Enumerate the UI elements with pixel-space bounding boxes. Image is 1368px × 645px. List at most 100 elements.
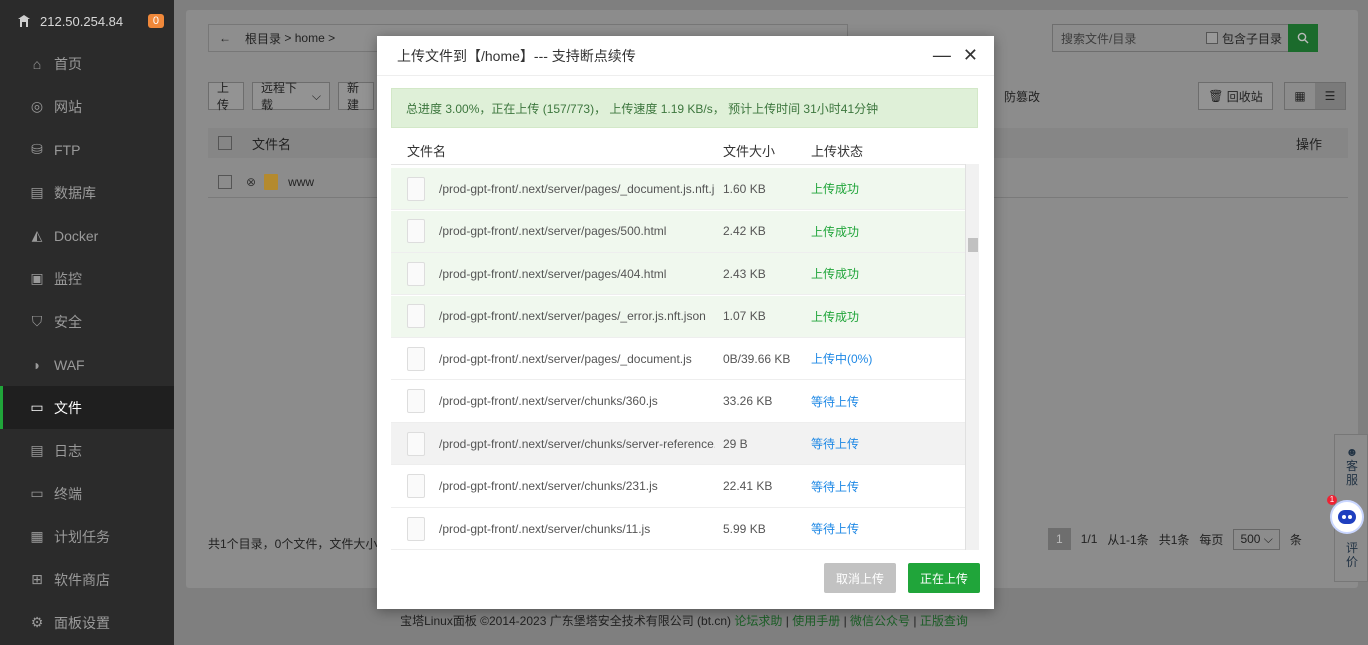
forum-link[interactable]: 论坛求助 bbox=[734, 614, 782, 628]
file-icon bbox=[407, 389, 425, 413]
sidebar-item-label: FTP bbox=[54, 141, 81, 158]
file-icon bbox=[407, 346, 425, 371]
scrollbar[interactable] bbox=[965, 164, 979, 550]
scrollbar-thumb[interactable] bbox=[968, 238, 978, 252]
file-icon bbox=[407, 474, 425, 498]
folder-icon bbox=[264, 173, 279, 190]
sidebar-item-label: 安全 bbox=[54, 313, 82, 330]
row-checkbox[interactable] bbox=[218, 174, 232, 189]
upload-row[interactable]: /prod-gpt-front/.next/server/pages/_erro… bbox=[391, 295, 965, 338]
close-icon[interactable]: ✕ bbox=[963, 45, 978, 66]
upload-file-list[interactable]: /prod-gpt-front/.next/server/pages/_docu… bbox=[391, 164, 979, 550]
upload-dialog: 上传文件到【/home】--- 支持断点续传 — ✕ 总进度 3.00%，正在上… bbox=[377, 36, 994, 609]
per-page-select[interactable]: 500 ⌵ bbox=[1233, 528, 1280, 550]
upload-filesize: 1.07 KB bbox=[723, 309, 766, 323]
manual-link[interactable]: 使用手册 bbox=[792, 614, 840, 628]
row-filename[interactable]: www bbox=[288, 175, 314, 189]
sidebar-item-label: Docker bbox=[54, 227, 99, 244]
sidebar-item-label: WAF bbox=[54, 356, 85, 373]
upload-filesize: 5.99 KB bbox=[723, 521, 766, 536]
cancel-upload-button[interactable]: 取消上传 bbox=[823, 563, 896, 593]
review-button[interactable]: 评价 bbox=[1344, 541, 1360, 569]
customer-service-button[interactable]: ☻ 客服 bbox=[1344, 445, 1360, 487]
sidebar-item-3[interactable]: ▤ 数据库 bbox=[0, 171, 174, 214]
file-icon bbox=[407, 219, 425, 243]
upload-row[interactable]: /prod-gpt-front/.next/server/pages/500.h… bbox=[391, 210, 965, 253]
sidebar-item-label: 计划任务 bbox=[54, 528, 110, 545]
back-arrow-icon[interactable]: ← bbox=[219, 31, 231, 45]
sidebar-item-10[interactable]: ▭ 终端 bbox=[0, 472, 174, 515]
sidebar-item-label: 数据库 bbox=[54, 184, 96, 201]
file-search[interactable]: 搜索文件/目录 包含子目录 bbox=[1052, 24, 1318, 52]
database-icon: ▤ bbox=[30, 184, 44, 200]
upload-filesize: 2.42 KB bbox=[723, 224, 766, 238]
new-button[interactable]: 新建 bbox=[338, 81, 374, 112]
breadcrumb-sep: > bbox=[284, 31, 292, 45]
sidebar-item-0[interactable]: ⌂ 首页 bbox=[0, 42, 174, 85]
col-filename[interactable]: 文件名 bbox=[252, 134, 291, 153]
uploading-button[interactable]: 正在上传 bbox=[907, 563, 980, 593]
assistant-bot-icon[interactable] bbox=[1330, 500, 1364, 534]
breadcrumb-home[interactable]: home bbox=[295, 31, 325, 45]
license-link[interactable]: 正版查询 bbox=[920, 614, 968, 628]
list-view-icon[interactable]: ☰ bbox=[1315, 83, 1345, 109]
file-icon bbox=[407, 516, 425, 541]
sidebar-item-1[interactable]: ◎ 网站 bbox=[0, 85, 174, 128]
upload-row[interactable]: /prod-gpt-front/.next/server/pages/_docu… bbox=[391, 338, 965, 380]
wechat-link[interactable]: 微信公众号 bbox=[850, 614, 910, 628]
search-button[interactable] bbox=[1288, 24, 1318, 52]
calendar-icon: ▦ bbox=[30, 528, 44, 544]
upload-status: 上传成功 bbox=[811, 267, 860, 281]
upload-status: 等待上传 bbox=[811, 394, 860, 409]
sidebar-item-6[interactable]: ⛉ 安全 bbox=[0, 300, 174, 343]
upload-row[interactable]: /prod-gpt-front/.next/server/pages/404.h… bbox=[391, 253, 965, 295]
file-icon bbox=[407, 261, 425, 286]
upload-status: 等待上传 bbox=[811, 437, 860, 451]
minimize-icon[interactable]: — bbox=[933, 45, 951, 66]
upload-status: 等待上传 bbox=[811, 479, 860, 494]
sidebar-item-8[interactable]: ▭ 文件 bbox=[0, 386, 174, 429]
breadcrumb-root[interactable]: 根目录 bbox=[245, 30, 281, 47]
sidebar-item-label: 文件 bbox=[54, 399, 82, 416]
sidebar-item-2[interactable]: ⛁ FTP bbox=[0, 128, 174, 171]
upload-row[interactable]: /prod-gpt-front/.next/server/pages/_docu… bbox=[391, 168, 965, 210]
tamper-proof-label[interactable]: 防篡改 bbox=[1004, 88, 1040, 105]
upload-button[interactable]: 上传 bbox=[208, 81, 244, 112]
sidebar-item-label: 软件商店 bbox=[54, 571, 110, 588]
sidebar-item-12[interactable]: ⊞ 软件商店 bbox=[0, 558, 174, 601]
include-subdir-checkbox[interactable]: 包含子目录 bbox=[1205, 30, 1288, 47]
per-page-unit: 条 bbox=[1289, 532, 1302, 547]
recycle-label: 回收站 bbox=[1226, 89, 1263, 104]
pagination: 1 1/1 从1-1条 共1条 每页 500 ⌵ 条 bbox=[1048, 528, 1302, 550]
upload-filesize: 0B/39.66 KB bbox=[723, 351, 791, 366]
monitor-icon: ▣ bbox=[30, 270, 44, 286]
sidebar-item-11[interactable]: ▦ 计划任务 bbox=[0, 515, 174, 558]
upload-filename: /prod-gpt-front/.next/server/pages/404.h… bbox=[439, 266, 667, 281]
recycle-bin-button[interactable]: 🗑 回收站 bbox=[1198, 82, 1273, 110]
message-badge[interactable]: 0 bbox=[147, 14, 164, 28]
checkbox-icon[interactable] bbox=[1205, 32, 1218, 44]
home-icon: ⌂ bbox=[32, 55, 42, 72]
server-ip[interactable]: 212.50.254.84 bbox=[40, 14, 148, 29]
trash-icon: 🗑 bbox=[1208, 89, 1224, 103]
page-range: 从1-1条 bbox=[1107, 532, 1149, 547]
upload-status: 等待上传 bbox=[811, 522, 860, 536]
grid-view-icon[interactable]: ▦ bbox=[1285, 83, 1315, 109]
folder-icon: ▭ bbox=[30, 399, 44, 415]
sidebar-item-9[interactable]: ▤ 日志 bbox=[0, 429, 174, 472]
search-input[interactable]: 搜索文件/目录 bbox=[1053, 30, 1206, 47]
upload-row[interactable]: /prod-gpt-front/.next/server/chunks/11.j… bbox=[391, 508, 965, 550]
protect-icon[interactable]: ⊗ bbox=[246, 175, 256, 189]
remote-download-button[interactable]: 远程下载 ⌵ bbox=[252, 81, 330, 112]
sidebar-item-7[interactable]: ◗ WAF bbox=[0, 343, 174, 386]
upload-row[interactable]: /prod-gpt-front/.next/server/chunks/231.… bbox=[391, 466, 965, 508]
select-all-checkbox[interactable] bbox=[218, 136, 232, 150]
breadcrumb-sep: > bbox=[328, 31, 336, 45]
col-operation: 操作 bbox=[1295, 136, 1322, 152]
upload-row[interactable]: /prod-gpt-front/.next/server/chunks/360.… bbox=[391, 381, 965, 423]
sidebar-item-4[interactable]: ◭ Docker bbox=[0, 214, 174, 257]
copyright-footer: 宝塔Linux面板 ©2014-2023 广东堡塔安全技术有限公司 (bt.cn… bbox=[400, 614, 968, 628]
sidebar-item-5[interactable]: ▣ 监控 bbox=[0, 257, 174, 300]
page-current[interactable]: 1 bbox=[1048, 528, 1071, 550]
upload-row[interactable]: /prod-gpt-front/.next/server/chunks/serv… bbox=[391, 423, 965, 465]
